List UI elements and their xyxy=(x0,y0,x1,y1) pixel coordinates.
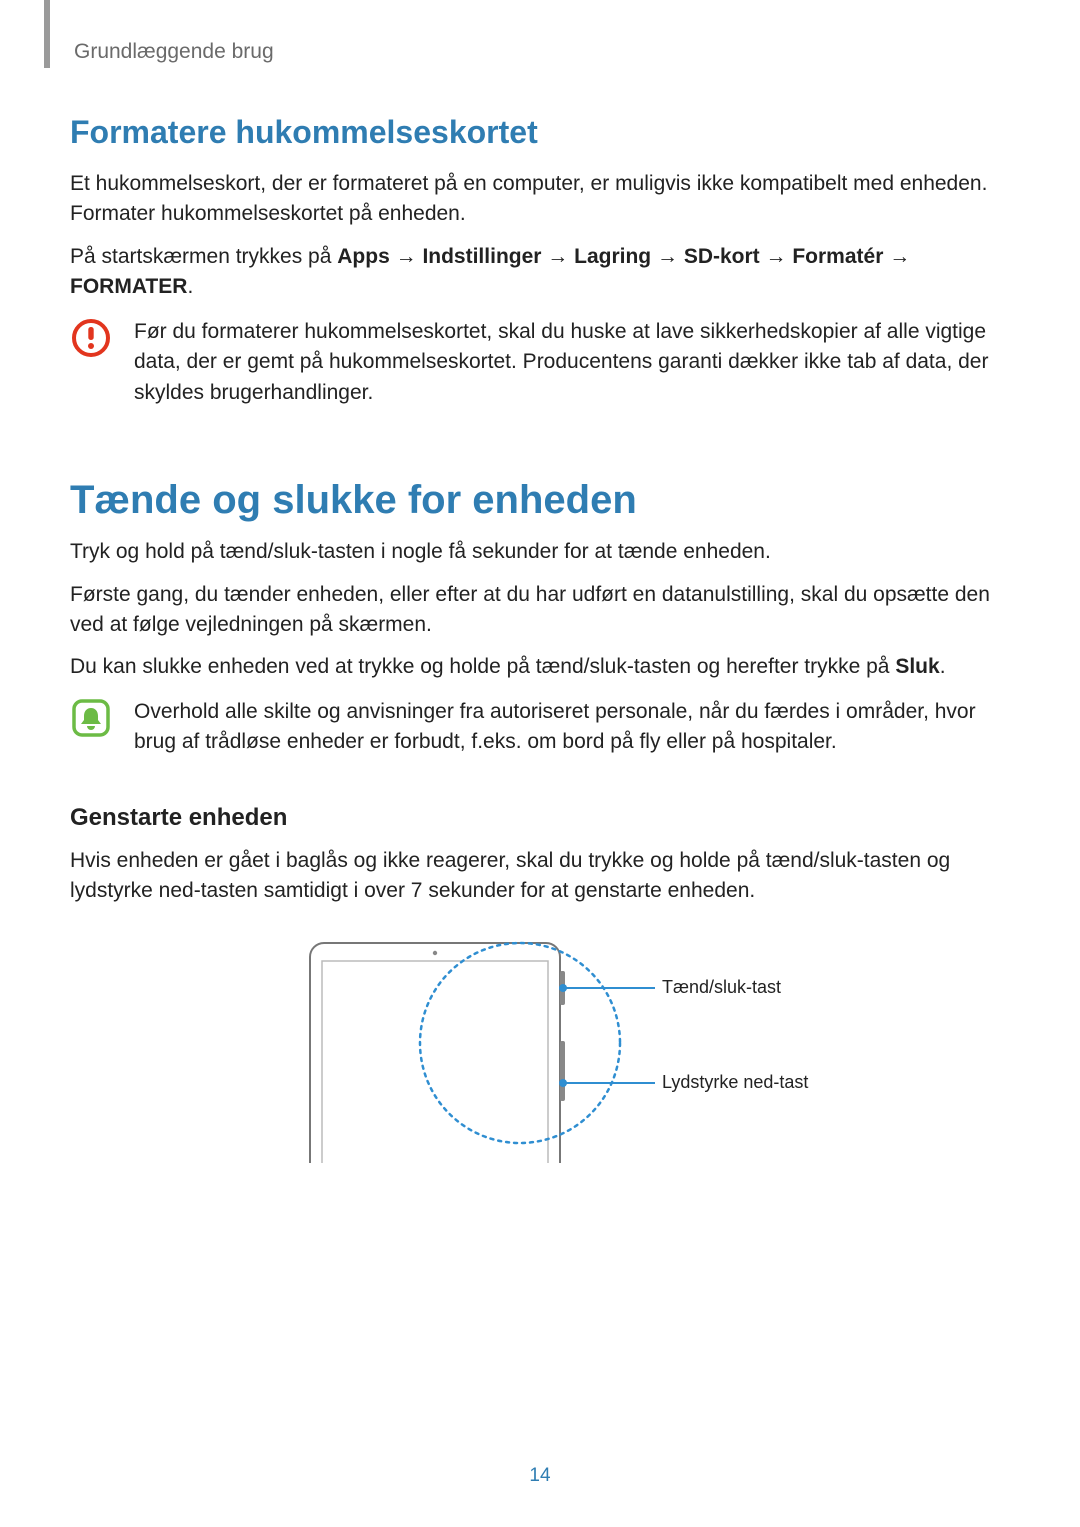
format-path-1: Indstillinger xyxy=(422,245,541,268)
power-p3: Du kan slukke enheden ved at trykke og h… xyxy=(70,652,1010,682)
power-p2: Første gang, du tænder enheden, eller ef… xyxy=(70,580,1010,641)
format-path-0: Apps xyxy=(337,245,390,268)
arrow-icon: → xyxy=(396,245,417,268)
diagram-label-voldown: Lydstyrke ned-tast xyxy=(662,1072,808,1092)
format-card-p2: På startskærmen trykkes på Apps → Indsti… xyxy=(70,242,1010,303)
power-p1: Tryk og hold på tænd/sluk-tasten i nogle… xyxy=(70,537,1010,567)
page-number: 14 xyxy=(0,1465,1080,1487)
warning-icon xyxy=(70,317,112,359)
format-path-4: Formatér xyxy=(792,245,883,268)
arrow-icon: → xyxy=(547,245,568,268)
format-path-2: Lagring xyxy=(574,245,651,268)
heading-restart: Genstarte enheden xyxy=(70,804,1010,832)
info-note-text: Overhold alle skilte og anvisninger fra … xyxy=(134,697,1010,758)
arrow-icon: → xyxy=(766,245,787,268)
warning-note: Før du formaterer hukommelseskortet, ska… xyxy=(70,317,1010,408)
heading-power: Tænde og slukke for enheden xyxy=(70,478,1010,523)
power-p3-bold: Sluk xyxy=(895,655,939,678)
format-card-p1: Et hukommelseskort, der er formateret på… xyxy=(70,169,1010,230)
diagram-label-power: Tænd/sluk-tast xyxy=(662,977,781,997)
format-p2-lead: På startskærmen trykkes på xyxy=(70,245,337,268)
arrow-icon: → xyxy=(889,245,910,268)
format-path-final: FORMATER xyxy=(70,275,187,298)
arrow-icon: → xyxy=(657,245,678,268)
power-p3-lead: Du kan slukke enheden ved at trykke og h… xyxy=(70,655,895,678)
info-note: Overhold alle skilte og anvisninger fra … xyxy=(70,697,1010,758)
device-diagram: Tænd/sluk-tast Lydstyrke ned-tast xyxy=(70,933,1010,1163)
restart-p1: Hvis enheden er gået i baglås og ikke re… xyxy=(70,846,1010,907)
bell-note-icon xyxy=(70,697,112,739)
breadcrumb: Grundlæggende brug xyxy=(74,40,1010,64)
format-path-3: SD-kort xyxy=(684,245,760,268)
page-tab-mark xyxy=(44,0,50,68)
heading-format-card: Formatere hukommelseskortet xyxy=(70,114,1010,151)
warning-text: Før du formaterer hukommelseskortet, ska… xyxy=(134,317,1010,408)
